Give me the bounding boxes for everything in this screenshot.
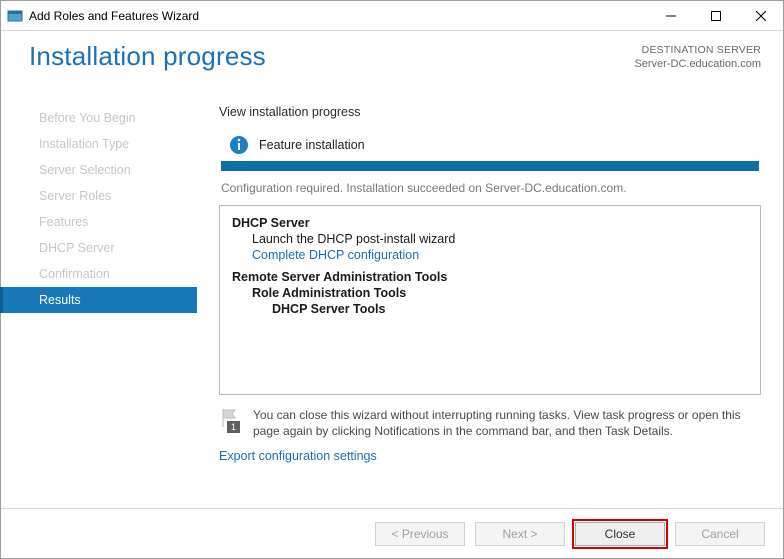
step-features: Features: [1, 209, 197, 235]
previous-button: < Previous: [375, 522, 465, 546]
status-text: Configuration required. Installation suc…: [221, 181, 761, 195]
destination-server-info: DESTINATION SERVER Server-DC.education.c…: [634, 43, 761, 72]
step-results: Results: [1, 287, 197, 313]
wizard-header: Installation progress DESTINATION SERVER…: [1, 31, 783, 89]
step-server-roles: Server Roles: [1, 183, 197, 209]
close-button[interactable]: Close: [575, 522, 665, 546]
result-rsat-sub1: Role Administration Tools: [252, 286, 748, 300]
progress-bar: [221, 161, 759, 171]
step-before-you-begin: Before You Begin: [1, 105, 197, 131]
step-dhcp-server: DHCP Server: [1, 235, 197, 261]
next-button: Next >: [475, 522, 565, 546]
complete-dhcp-configuration-link[interactable]: Complete DHCP configuration: [252, 248, 748, 262]
wizard-hint-text: You can close this wizard without interr…: [253, 407, 761, 439]
close-window-button[interactable]: [738, 1, 783, 31]
destination-label: DESTINATION SERVER: [634, 43, 761, 57]
export-configuration-settings-link[interactable]: Export configuration settings: [219, 449, 377, 463]
page-title: Installation progress: [29, 41, 266, 72]
feature-installation-text: Feature installation: [259, 138, 365, 152]
result-heading-dhcp: DHCP Server: [232, 216, 748, 230]
result-dhcp-sub: Launch the DHCP post-install wizard: [252, 232, 748, 246]
wizard-hint: 1 You can close this wizard without inte…: [219, 407, 761, 439]
destination-value: Server-DC.education.com: [634, 57, 761, 72]
result-heading-rsat: Remote Server Administration Tools: [232, 270, 748, 284]
cancel-button: Cancel: [675, 522, 765, 546]
step-confirmation: Confirmation: [1, 261, 197, 287]
result-rsat-sub2: DHCP Server Tools: [272, 302, 748, 316]
window-title: Add Roles and Features Wizard: [29, 9, 648, 23]
feature-installation-line: Feature installation: [229, 135, 761, 155]
maximize-button[interactable]: [693, 1, 738, 31]
notification-badge: 1: [227, 421, 240, 433]
step-server-selection: Server Selection: [1, 157, 197, 183]
minimize-button[interactable]: [648, 1, 693, 31]
titlebar: Add Roles and Features Wizard: [1, 1, 783, 31]
wizard-body: Before You Begin Installation Type Serve…: [1, 89, 783, 508]
step-installation-type: Installation Type: [1, 131, 197, 157]
wizard-footer: < Previous Next > Close Cancel: [1, 508, 783, 558]
wizard-steps-sidebar: Before You Begin Installation Type Serve…: [1, 89, 197, 508]
info-icon: [229, 135, 249, 155]
app-icon: [7, 8, 23, 24]
wizard-main: View installation progress Feature insta…: [197, 89, 783, 508]
section-title: View installation progress: [219, 105, 761, 119]
flag-icon: 1: [219, 407, 241, 433]
results-panel: DHCP Server Launch the DHCP post-install…: [219, 205, 761, 395]
